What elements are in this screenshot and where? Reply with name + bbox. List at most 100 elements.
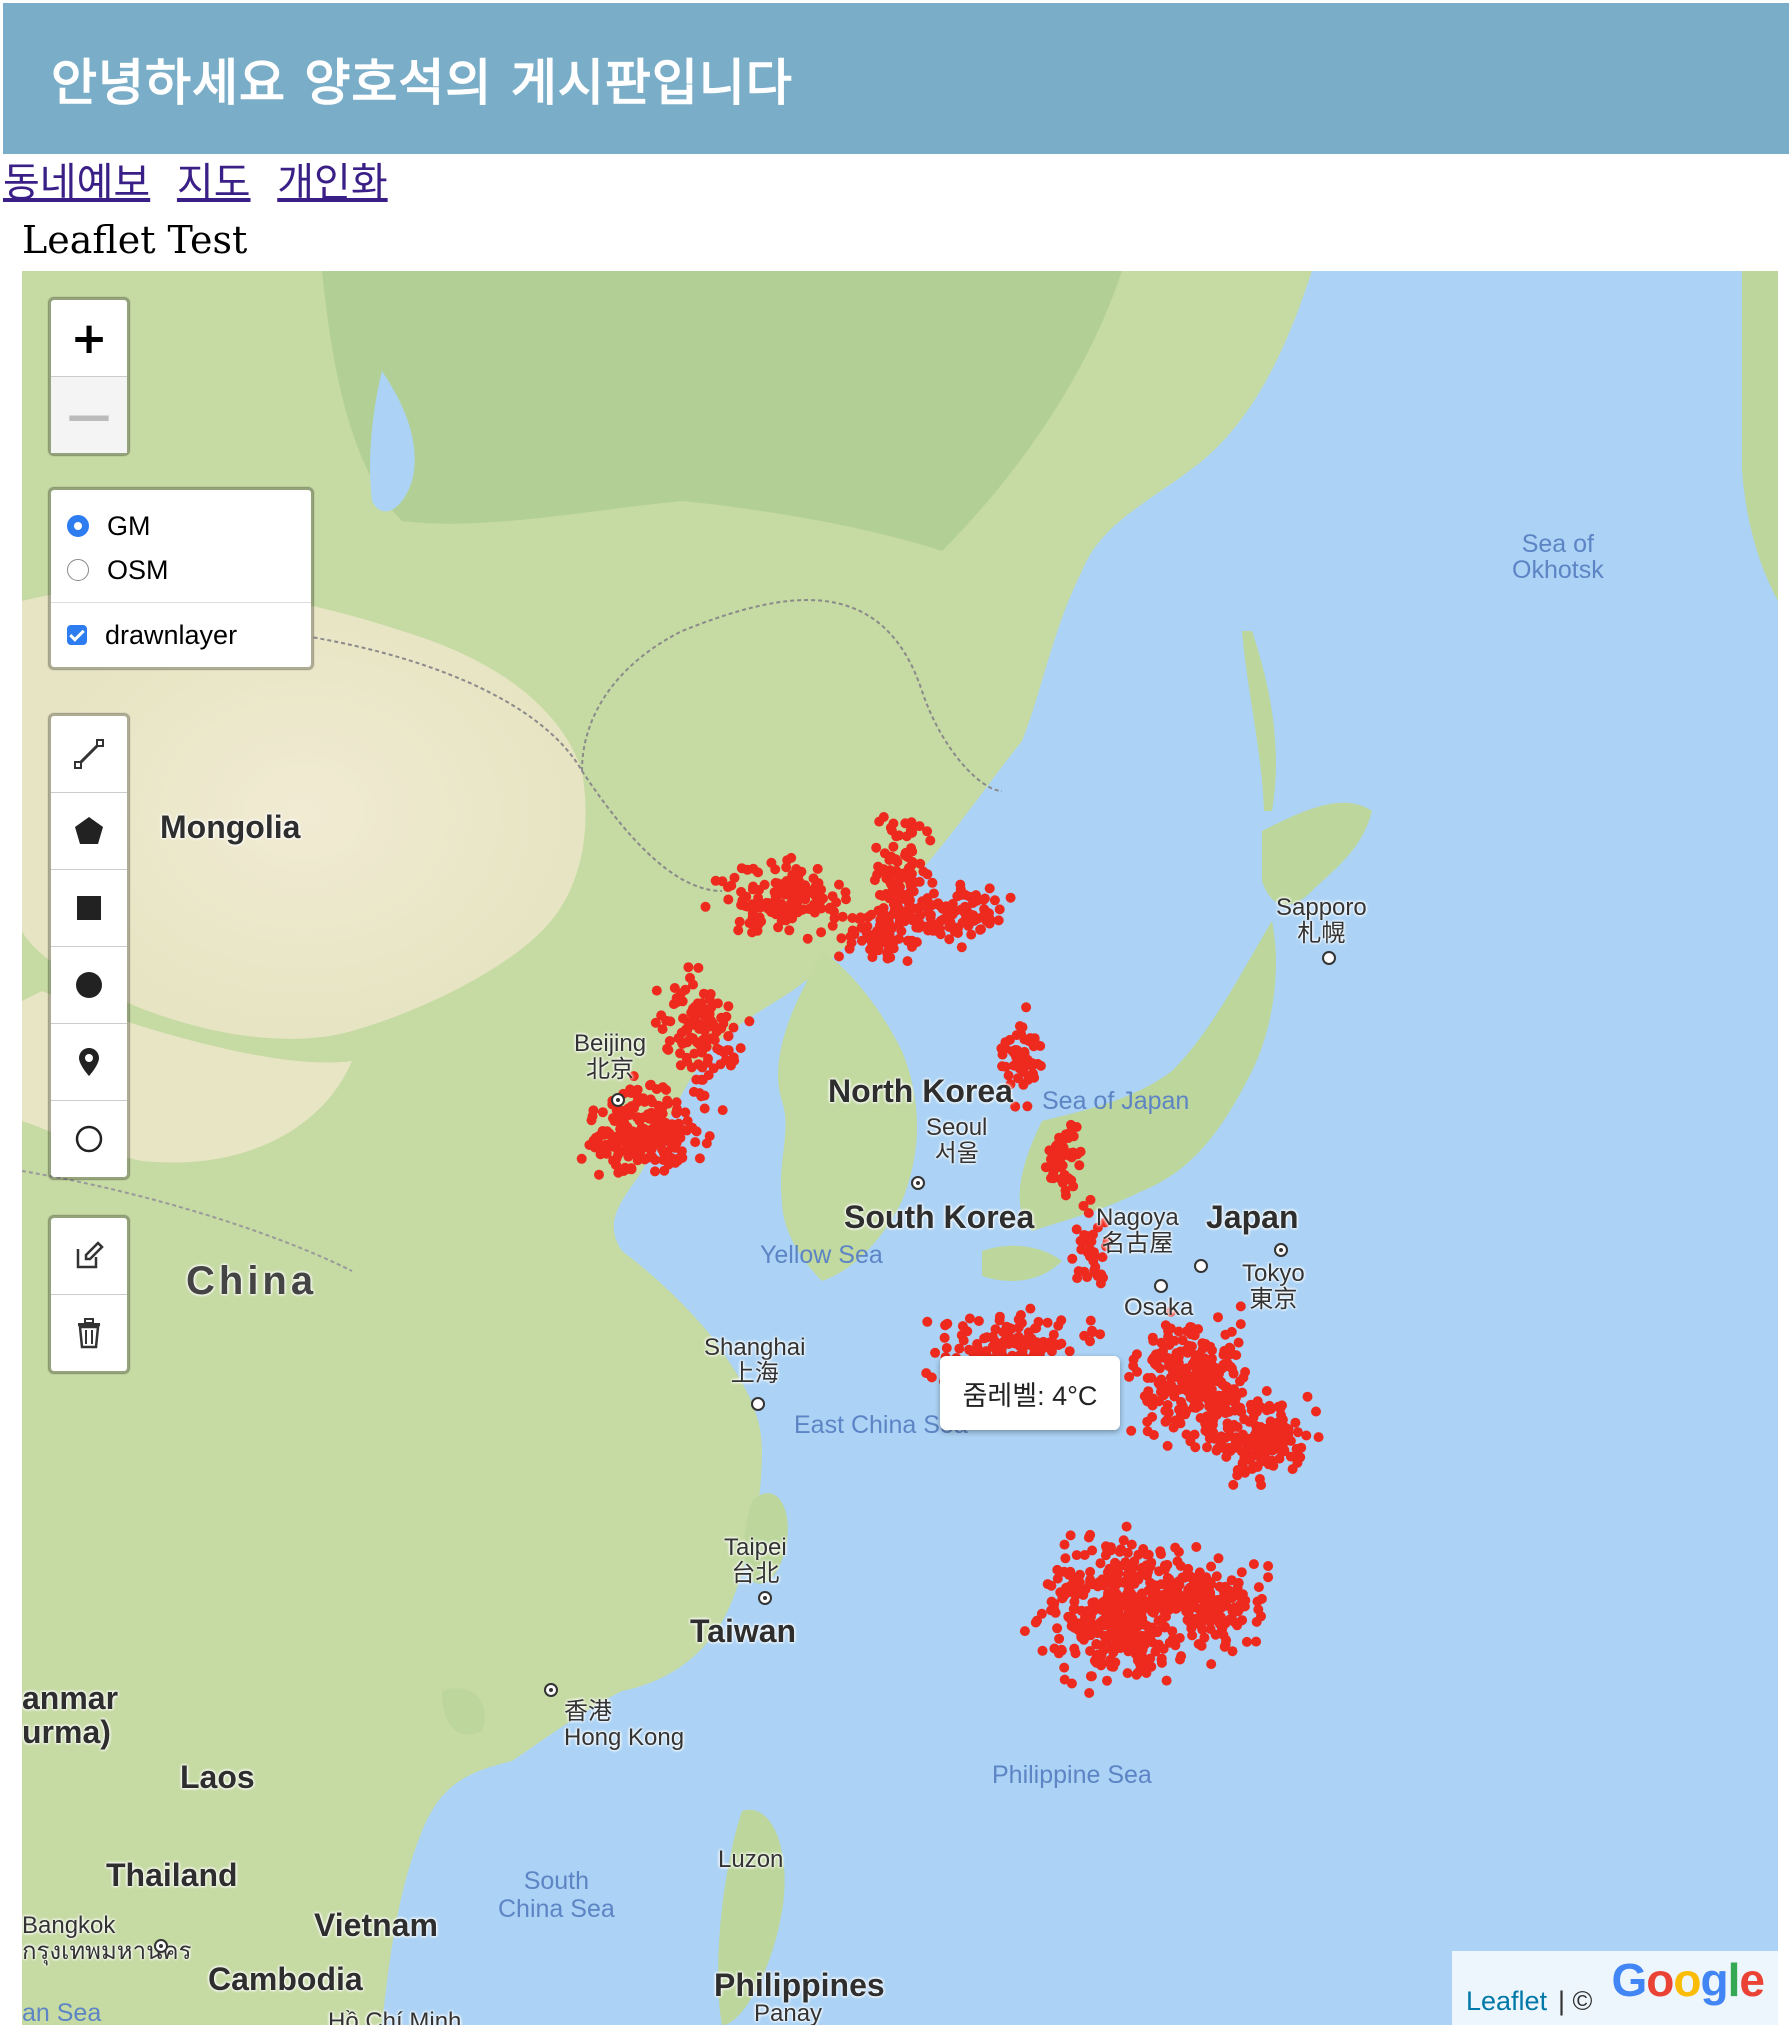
drawn-point [914,876,925,887]
nav-link-map[interactable]: 지도 [177,160,251,206]
city-marker-taipei [758,1591,772,1605]
base-layer-gm[interactable]: GM [67,504,299,548]
drawn-point [1138,1595,1149,1606]
drawn-point [1228,1479,1239,1490]
label-yellow-sea: Yellow Sea [760,1241,883,1269]
drawn-point [626,1127,637,1138]
drawn-point [723,1045,734,1056]
drawn-point [957,917,968,928]
drawn-point [1135,1664,1146,1675]
city-marker-shanghai [751,1397,765,1411]
drawn-point [1049,1643,1060,1654]
drawn-point [576,1153,587,1164]
drawn-point [1161,1611,1171,1622]
drawn-point [1164,1340,1175,1350]
layers-control: GM OSM drawnlayer [48,487,314,670]
drawn-point [1196,1640,1207,1651]
drawn-point [941,1343,952,1353]
drawn-point [1059,1662,1070,1673]
drawn-point [744,1016,755,1027]
draw-circlemarker-button[interactable] [51,1100,127,1177]
drawn-point [611,1131,621,1142]
drawn-point [1029,1037,1040,1048]
base-layer-osm-label: OSM [107,554,169,585]
drawn-point [922,1316,933,1327]
zoom-out-button[interactable]: — [51,376,127,453]
draw-rectangle-button[interactable] [51,869,127,946]
drawn-point [907,846,918,857]
drawn-point [1059,1674,1070,1685]
drawn-point [891,831,902,842]
drawn-point [1222,1586,1233,1597]
drawn-point [597,1107,608,1118]
drawn-point [1175,1561,1186,1571]
drawn-point [1162,1599,1173,1610]
drawn-point [1186,1613,1197,1624]
drawn-point [1251,1616,1262,1627]
drawn-point [1264,1400,1275,1411]
drawn-point [1105,1590,1116,1601]
draw-marker-button[interactable] [51,1023,127,1100]
overlay-drawnlayer[interactable]: drawnlayer [67,613,299,657]
drawn-point [772,878,783,889]
drawn-point [1202,1442,1212,1453]
drawn-point [632,1150,643,1160]
drawn-point [1042,1317,1053,1328]
drawn-point [1154,1363,1165,1374]
radio-osm[interactable] [67,559,89,581]
drawn-point [692,998,703,1009]
drawn-point [1075,1235,1086,1246]
nav-link-personalize[interactable]: 개인화 [277,160,387,206]
drawn-point [1085,1194,1096,1205]
label-laos: Laos [180,1759,255,1795]
drawn-point [588,1105,599,1116]
drawn-point [650,1166,660,1177]
nav-link-forecast[interactable]: 동네예보 [3,160,150,206]
drawn-point [997,1061,1008,1072]
drawn-point [1162,1440,1173,1451]
drawn-point [723,882,733,893]
drawn-point [1118,1535,1129,1546]
drawn-point [723,1031,734,1041]
drawn-point [872,926,882,936]
drawn-point [1124,1637,1135,1648]
zoom-in-button[interactable]: + [51,300,127,376]
drawn-point [632,1112,643,1123]
city-marker-nagoya [1194,1259,1208,1273]
drawn-point [834,951,844,962]
drawn-point [885,822,896,833]
checkbox-drawnlayer[interactable] [67,625,87,645]
drawn-point [1226,1575,1237,1586]
delete-layers-button[interactable] [51,1294,127,1371]
drawn-point [1218,1380,1229,1391]
drawn-point [1015,1063,1026,1074]
draw-polyline-button[interactable] [51,716,127,792]
drawn-point [897,872,908,883]
drawn-point [1228,1368,1239,1379]
page-heading: Leaflet Test [22,218,248,262]
drawn-point [734,916,745,927]
drawn-point [1126,1425,1137,1436]
leaflet-map[interactable]: Sea of Okhotsk Mongolia Sapporo 札幌 Beiji… [22,271,1778,2025]
label-tokyo: Tokyo 東京 [1242,1260,1305,1313]
edit-layers-button[interactable] [51,1218,127,1294]
drawn-point [980,907,991,917]
drawn-point [1152,1591,1163,1602]
drawn-point [964,1313,975,1324]
drawn-point [1161,1675,1172,1686]
drawn-point [888,841,899,852]
draw-polygon-button[interactable] [51,792,127,869]
drawn-point [1226,1395,1237,1406]
radio-gm[interactable] [67,515,89,537]
drawn-point [658,1147,669,1158]
drawn-point [1095,1329,1106,1340]
draw-circle-button[interactable] [51,946,127,1023]
drawn-point [871,842,882,853]
drawn-point [918,866,929,877]
drawn-point [668,999,679,1010]
leaflet-link[interactable]: Leaflet [1466,1986,1547,2017]
drawn-point [922,893,933,904]
drawn-point [1018,1079,1029,1090]
base-layer-osm[interactable]: OSM [67,548,299,592]
attribution-separator: | © [1558,1986,1593,2016]
